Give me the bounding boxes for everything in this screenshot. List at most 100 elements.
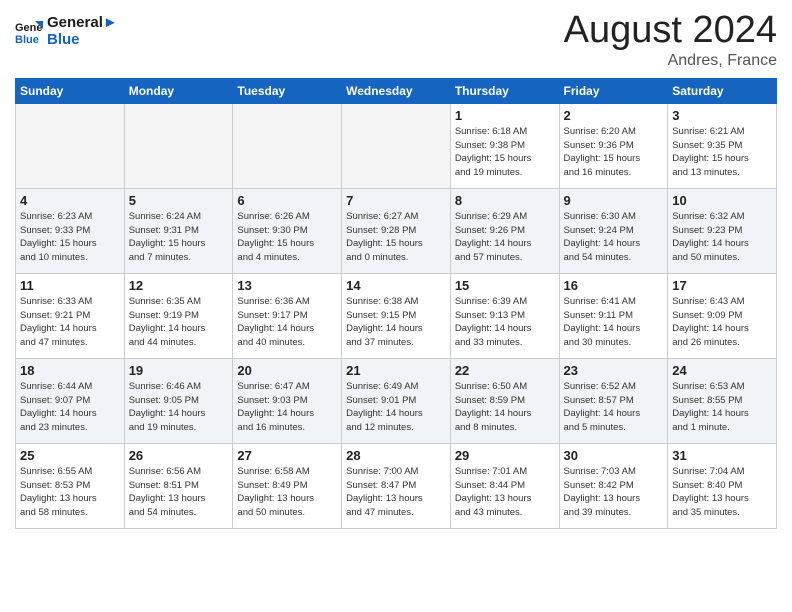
calendar-cell: 29Sunrise: 7:01 AMSunset: 8:44 PMDayligh… — [450, 443, 559, 528]
day-info: Sunrise: 6:21 AMSunset: 9:35 PMDaylight:… — [672, 125, 772, 180]
day-number: 8 — [455, 193, 555, 208]
day-info: Sunrise: 7:01 AMSunset: 8:44 PMDaylight:… — [455, 465, 555, 520]
day-header-row: SundayMondayTuesdayWednesdayThursdayFrid… — [16, 78, 777, 103]
calendar-week-row: 1 Sunrise: 6:18 AMSunset: 9:38 PMDaylight… — [16, 103, 777, 188]
day-info: Sunrise: 6:52 AMSunset: 8:57 PMDaylight:… — [564, 380, 664, 435]
calendar-week-row: 25Sunrise: 6:55 AMSunset: 8:53 PMDayligh… — [16, 443, 777, 528]
calendar-cell: 24 Sunrise: 6:53 AMSunset: 8:55 PMDayligh… — [668, 358, 777, 443]
calendar-cell: 13 Sunrise: 6:36 AMSunset: 9:17 PMDayligh… — [233, 273, 342, 358]
logo-line2: Blue — [47, 31, 118, 48]
day-info: Sunrise: 6:39 AMSunset: 9:13 PMDaylight:… — [455, 295, 555, 350]
calendar-cell: 22 Sunrise: 6:50 AMSunset: 8:59 PMDayligh… — [450, 358, 559, 443]
day-number: 15 — [455, 278, 555, 293]
day-number: 1 — [455, 108, 555, 123]
day-info: Sunrise: 7:04 AMSunset: 8:40 PMDaylight:… — [672, 465, 772, 520]
calendar-week-row: 11 Sunrise: 6:33 AMSunset: 9:21 PMDayligh… — [16, 273, 777, 358]
day-header-monday: Monday — [124, 78, 233, 103]
calendar-cell: 23 Sunrise: 6:52 AMSunset: 8:57 PMDayligh… — [559, 358, 668, 443]
day-info: Sunrise: 6:23 AMSunset: 9:33 PMDaylight:… — [20, 210, 120, 265]
day-number: 18 — [20, 363, 120, 378]
calendar-cell: 20Sunrise: 6:47 AMSunset: 9:03 PMDayligh… — [233, 358, 342, 443]
page-header: General Blue General► Blue August 2024 A… — [15, 10, 777, 70]
day-number: 16 — [564, 278, 664, 293]
day-number: 13 — [237, 278, 337, 293]
calendar-cell: 21Sunrise: 6:49 AMSunset: 9:01 PMDayligh… — [342, 358, 451, 443]
calendar-cell: 3Sunrise: 6:21 AMSunset: 9:35 PMDaylight… — [668, 103, 777, 188]
logo-line1: General► — [47, 14, 118, 31]
day-info: Sunrise: 6:44 AMSunset: 9:07 PMDaylight:… — [20, 380, 120, 435]
day-info: Sunrise: 6:36 AMSunset: 9:17 PMDaylight:… — [237, 295, 337, 350]
calendar-cell: 28Sunrise: 7:00 AMSunset: 8:47 PMDayligh… — [342, 443, 451, 528]
day-info: Sunrise: 6:18 AMSunset: 9:38 PMDaylight:… — [455, 125, 555, 180]
calendar-cell: 25Sunrise: 6:55 AMSunset: 8:53 PMDayligh… — [16, 443, 125, 528]
calendar-week-row: 4 Sunrise: 6:23 AMSunset: 9:33 PMDaylight… — [16, 188, 777, 273]
day-number: 24 — [672, 363, 772, 378]
calendar-cell — [233, 103, 342, 188]
calendar-cell: 8 Sunrise: 6:29 AMSunset: 9:26 PMDaylight… — [450, 188, 559, 273]
day-number: 4 — [20, 193, 120, 208]
location: Andres, France — [564, 52, 777, 70]
day-number: 9 — [564, 193, 664, 208]
day-number: 31 — [672, 448, 772, 463]
day-info: Sunrise: 6:41 AMSunset: 9:11 PMDaylight:… — [564, 295, 664, 350]
calendar-cell: 14Sunrise: 6:38 AMSunset: 9:15 PMDayligh… — [342, 273, 451, 358]
calendar-cell: 9 Sunrise: 6:30 AMSunset: 9:24 PMDaylight… — [559, 188, 668, 273]
day-info: Sunrise: 6:33 AMSunset: 9:21 PMDaylight:… — [20, 295, 120, 350]
day-number: 28 — [346, 448, 446, 463]
day-info: Sunrise: 6:26 AMSunset: 9:30 PMDaylight:… — [237, 210, 337, 265]
calendar-cell: 12 Sunrise: 6:35 AMSunset: 9:19 PMDayligh… — [124, 273, 233, 358]
calendar-cell: 27 Sunrise: 6:58 AMSunset: 8:49 PMDayligh… — [233, 443, 342, 528]
svg-text:Blue: Blue — [15, 34, 39, 45]
day-number: 6 — [237, 193, 337, 208]
day-number: 2 — [564, 108, 664, 123]
day-number: 17 — [672, 278, 772, 293]
calendar-cell: 7 Sunrise: 6:27 AMSunset: 9:28 PMDaylight… — [342, 188, 451, 273]
day-number: 7 — [346, 193, 446, 208]
day-info: Sunrise: 6:55 AMSunset: 8:53 PMDaylight:… — [20, 465, 120, 520]
day-number: 12 — [129, 278, 229, 293]
day-info: Sunrise: 6:29 AMSunset: 9:26 PMDaylight:… — [455, 210, 555, 265]
calendar-cell: 17Sunrise: 6:43 AMSunset: 9:09 PMDayligh… — [668, 273, 777, 358]
day-number: 5 — [129, 193, 229, 208]
day-number: 27 — [237, 448, 337, 463]
day-info: Sunrise: 6:30 AMSunset: 9:24 PMDaylight:… — [564, 210, 664, 265]
day-number: 20 — [237, 363, 337, 378]
day-info: Sunrise: 6:46 AMSunset: 9:05 PMDaylight:… — [129, 380, 229, 435]
day-header-tuesday: Tuesday — [233, 78, 342, 103]
day-number: 14 — [346, 278, 446, 293]
day-info: Sunrise: 6:24 AMSunset: 9:31 PMDaylight:… — [129, 210, 229, 265]
calendar-cell: 4 Sunrise: 6:23 AMSunset: 9:33 PMDaylight… — [16, 188, 125, 273]
day-header-wednesday: Wednesday — [342, 78, 451, 103]
day-info: Sunrise: 6:56 AMSunset: 8:51 PMDaylight:… — [129, 465, 229, 520]
day-header-friday: Friday — [559, 78, 668, 103]
calendar-cell: 1 Sunrise: 6:18 AMSunset: 9:38 PMDaylight… — [450, 103, 559, 188]
calendar-cell: 10 Sunrise: 6:32 AMSunset: 9:23 PMDayligh… — [668, 188, 777, 273]
calendar-cell: 16 Sunrise: 6:41 AMSunset: 9:11 PMDayligh… — [559, 273, 668, 358]
title-block: August 2024 Andres, France — [564, 10, 777, 70]
calendar-cell: 30 Sunrise: 7:03 AMSunset: 8:42 PMDayligh… — [559, 443, 668, 528]
day-info: Sunrise: 6:20 AMSunset: 9:36 PMDaylight:… — [564, 125, 664, 180]
calendar-cell: 26 Sunrise: 6:56 AMSunset: 8:51 PMDayligh… — [124, 443, 233, 528]
day-info: Sunrise: 7:03 AMSunset: 8:42 PMDaylight:… — [564, 465, 664, 520]
day-number: 30 — [564, 448, 664, 463]
day-info: Sunrise: 6:53 AMSunset: 8:55 PMDaylight:… — [672, 380, 772, 435]
day-info: Sunrise: 6:58 AMSunset: 8:49 PMDaylight:… — [237, 465, 337, 520]
calendar-cell: 6 Sunrise: 6:26 AMSunset: 9:30 PMDaylight… — [233, 188, 342, 273]
day-number: 22 — [455, 363, 555, 378]
day-number: 11 — [20, 278, 120, 293]
day-info: Sunrise: 6:32 AMSunset: 9:23 PMDaylight:… — [672, 210, 772, 265]
calendar-cell: 18 Sunrise: 6:44 AMSunset: 9:07 PMDayligh… — [16, 358, 125, 443]
day-number: 21 — [346, 363, 446, 378]
day-number: 26 — [129, 448, 229, 463]
day-info: Sunrise: 6:35 AMSunset: 9:19 PMDaylight:… — [129, 295, 229, 350]
month-title: August 2024 — [564, 10, 777, 52]
day-number: 10 — [672, 193, 772, 208]
calendar-week-row: 18 Sunrise: 6:44 AMSunset: 9:07 PMDayligh… — [16, 358, 777, 443]
day-info: Sunrise: 6:50 AMSunset: 8:59 PMDaylight:… — [455, 380, 555, 435]
day-number: 23 — [564, 363, 664, 378]
calendar-cell — [16, 103, 125, 188]
calendar-cell: 19Sunrise: 6:46 AMSunset: 9:05 PMDayligh… — [124, 358, 233, 443]
calendar-cell — [342, 103, 451, 188]
day-info: Sunrise: 6:27 AMSunset: 9:28 PMDaylight:… — [346, 210, 446, 265]
calendar-cell: 11 Sunrise: 6:33 AMSunset: 9:21 PMDayligh… — [16, 273, 125, 358]
